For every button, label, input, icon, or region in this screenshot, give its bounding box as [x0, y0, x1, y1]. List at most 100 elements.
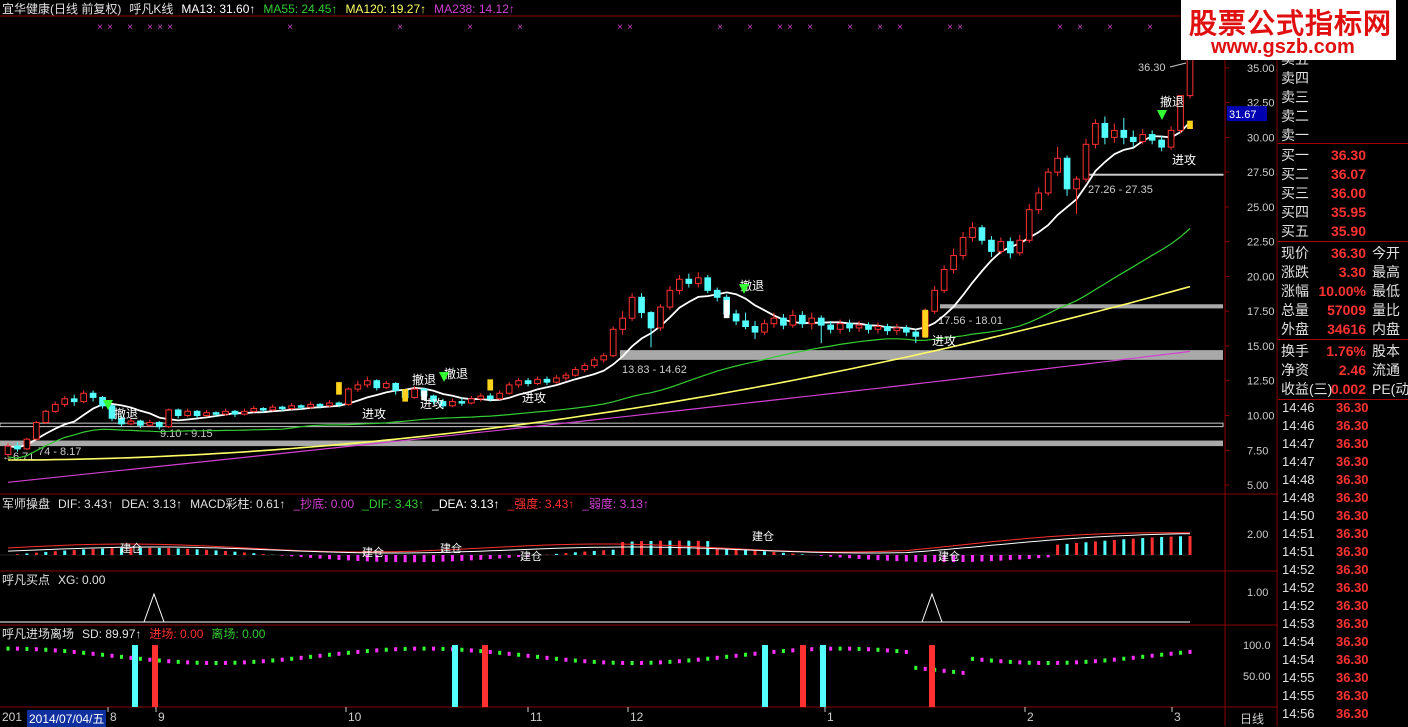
quote-stat-val: 10.00%: [1319, 282, 1366, 300]
quote-stat2-lab: 收益(三): [1281, 380, 1332, 398]
top-signal-marker: ×: [847, 22, 853, 33]
tick-row: 14:5436.30: [1278, 651, 1408, 669]
build-label: 建仓: [120, 541, 142, 555]
macd-bar: [1066, 544, 1069, 555]
macd-bar: [1113, 540, 1116, 555]
candle-body: [336, 403, 342, 405]
candle-body: [355, 385, 361, 389]
tick-row-tm: 14:51: [1282, 525, 1315, 543]
tick-row-tp: 36.30: [1336, 435, 1369, 453]
buy-signal-peak: [144, 594, 164, 622]
macd-bar: [215, 550, 218, 555]
entry-dot: [158, 659, 161, 663]
macd-bar: [1028, 555, 1031, 559]
candle: [223, 409, 229, 416]
buy-level-lab: 买五: [1281, 222, 1309, 240]
entry-dot: [905, 650, 908, 654]
quote-stat2: 收益(三)0.002PE(动: [1278, 380, 1408, 398]
macd-bar: [905, 555, 908, 562]
candle: [1045, 168, 1051, 196]
candle: [809, 313, 815, 330]
macd-bar: [716, 549, 719, 555]
macd-bar: [555, 554, 558, 555]
candle-body: [913, 332, 919, 336]
candle-body: [1149, 135, 1155, 141]
macd-bar: [205, 550, 208, 555]
candle-body: [289, 406, 295, 409]
candle-body: [781, 318, 787, 325]
candle-body: [1045, 172, 1051, 193]
price-tick-label: 27.50: [1247, 167, 1275, 179]
macd-bar: [196, 549, 199, 555]
tick-row-tm: 14:50: [1282, 507, 1315, 525]
macd-bar: [423, 555, 426, 562]
tick-row-tp: 36.30: [1336, 489, 1369, 507]
macd-bar: [441, 555, 444, 562]
top-signal-marker: ×: [97, 22, 103, 33]
tick-row: 14:5536.30: [1278, 687, 1408, 705]
macd-bar: [101, 549, 104, 555]
candle: [903, 325, 909, 336]
macd-bar: [186, 549, 189, 555]
date-cursor[interactable]: 2014/07/04/五: [27, 710, 106, 727]
entry-dot: [394, 647, 397, 651]
candle-body: [260, 409, 266, 411]
candle: [781, 314, 787, 329]
candle-body: [1112, 130, 1118, 137]
entry-dot: [1009, 660, 1012, 664]
candle-body: [317, 404, 323, 406]
macd-bar: [820, 555, 823, 556]
macd-bar: [262, 554, 265, 555]
candle: [667, 286, 673, 310]
tick-row-tm: 14:51: [1282, 543, 1315, 561]
top-signal-marker: ×: [467, 22, 473, 33]
candle-body: [979, 228, 985, 241]
candle: [43, 410, 49, 424]
candle-body: [1102, 123, 1108, 137]
kline-chart[interactable]: 35.0032.5030.0027.5025.0022.5020.0017.50…: [0, 0, 1278, 726]
tick-row: 14:4736.30: [1278, 435, 1408, 453]
candle-body: [81, 393, 87, 401]
macd-bar: [564, 553, 567, 555]
macd-bar: [754, 551, 757, 555]
candle-body: [591, 360, 597, 366]
entry-exit-bar: [820, 645, 826, 707]
entry-dot: [129, 656, 132, 660]
build-label: 建仓: [752, 529, 774, 543]
macd-dea: DEA: 3.13↑: [121, 497, 182, 511]
candle-body: [52, 404, 58, 411]
entry-dot: [423, 647, 426, 651]
entry-dot: [44, 648, 47, 652]
candle-body: [856, 325, 862, 328]
candle-body: [232, 411, 238, 414]
candle-body: [1055, 158, 1061, 172]
buy-axis-label: 1.00: [1247, 587, 1268, 599]
entry-dot: [791, 648, 794, 652]
candle-body: [327, 403, 333, 406]
period-label[interactable]: 日线: [1240, 710, 1264, 727]
main-chart-header: 宜华健康(日线 前复权)呼凡K线MA13: 31.60↑MA55: 24.45↑…: [2, 1, 523, 17]
candle-body: [213, 413, 219, 415]
tick-row-tp: 36.30: [1336, 399, 1369, 417]
date-axis-start: 201: [2, 710, 22, 724]
tick-row-tp: 36.30: [1336, 651, 1369, 669]
macd-bar: [1151, 537, 1154, 555]
entry-exit-bar: [152, 645, 158, 707]
candle-body: [1074, 179, 1080, 189]
macd-bar: [328, 555, 331, 559]
macd-bar: [1037, 555, 1040, 558]
candle-body: [270, 407, 276, 410]
candle: [1121, 118, 1127, 144]
quote-stat-val: 3.30: [1339, 263, 1366, 281]
tick-row-tm: 14:52: [1282, 597, 1315, 615]
entry-dot: [16, 647, 19, 651]
macd-bar: [867, 555, 870, 560]
candle-body: [15, 446, 21, 449]
entry-dot: [281, 658, 284, 662]
entry-dot: [583, 659, 586, 663]
attack-label: 进攻: [932, 334, 956, 348]
tick-row: 14:4636.30: [1278, 417, 1408, 435]
entry-dot: [63, 649, 66, 653]
entry-axis-label: 100.0: [1243, 640, 1271, 652]
candle-body: [204, 413, 210, 416]
